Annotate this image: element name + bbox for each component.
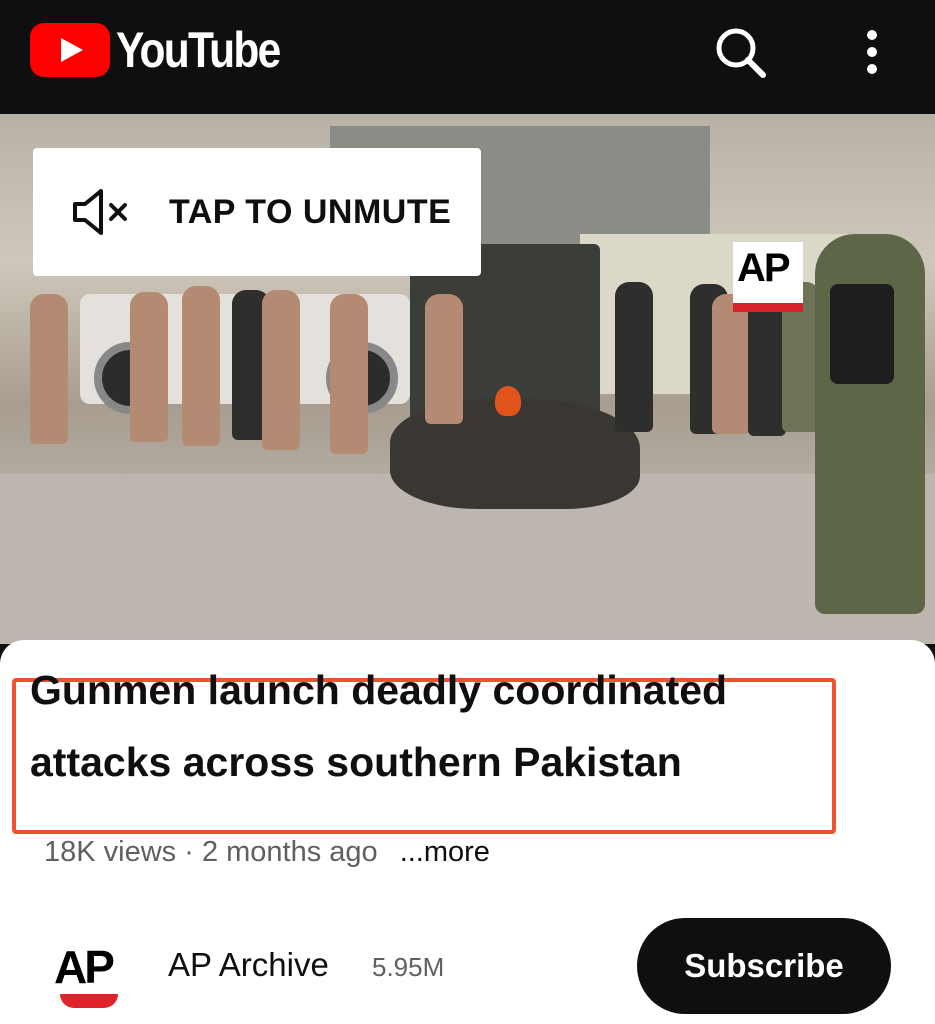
more-vert-icon: [867, 30, 877, 74]
channel-avatar-text: AP: [54, 941, 115, 993]
subscriber-count: 5.95M: [372, 952, 445, 982]
volume-off-icon: [73, 189, 127, 235]
soldier-figure: [130, 292, 168, 442]
ap-watermark: AP: [733, 242, 803, 312]
youtube-logo[interactable]: YouTube: [30, 21, 308, 79]
soldier-figure: [712, 294, 750, 434]
youtube-play-icon: [30, 23, 110, 77]
soldier-figure: [30, 294, 68, 444]
soldier-figure: [425, 294, 463, 424]
soldier-figure: [615, 282, 653, 432]
meta-separator: ·: [176, 836, 202, 868]
youtube-wordmark: YouTube: [116, 22, 281, 78]
backpack: [830, 284, 894, 384]
search-button[interactable]: [710, 22, 770, 82]
ap-watermark-text: AP: [737, 246, 791, 290]
soldier-figure: [262, 290, 300, 450]
video-metadata[interactable]: 18K views · 2 months ago ...more: [44, 836, 490, 869]
tap-to-unmute-label: TAP TO UNMUTE: [169, 192, 452, 231]
tap-to-unmute-button[interactable]: TAP TO UNMUTE: [33, 148, 481, 276]
search-icon: [716, 28, 766, 78]
video-title[interactable]: Gunmen launch deadly coordinated attacks…: [30, 654, 820, 798]
subscribe-button[interactable]: Subscribe: [637, 918, 891, 1014]
more-description-link[interactable]: ...more: [400, 836, 490, 868]
video-info-panel: Gunmen launch deadly coordinated attacks…: [0, 640, 935, 1024]
ap-swoosh-icon: [60, 994, 118, 1008]
channel-avatar[interactable]: AP: [54, 940, 126, 1012]
soldier-figure: [330, 294, 368, 454]
channel-row: AP AP Archive 5.95M Subscribe: [0, 918, 935, 1018]
top-app-bar: YouTube: [0, 0, 935, 114]
upload-age: 2 months ago: [201, 836, 378, 868]
ap-watermark-bar: [733, 303, 803, 312]
soldier-figure: [182, 286, 220, 446]
channel-name[interactable]: AP Archive: [168, 946, 329, 984]
fire: [495, 386, 521, 416]
more-options-button[interactable]: [842, 22, 902, 82]
view-count: 18K views: [44, 836, 177, 868]
